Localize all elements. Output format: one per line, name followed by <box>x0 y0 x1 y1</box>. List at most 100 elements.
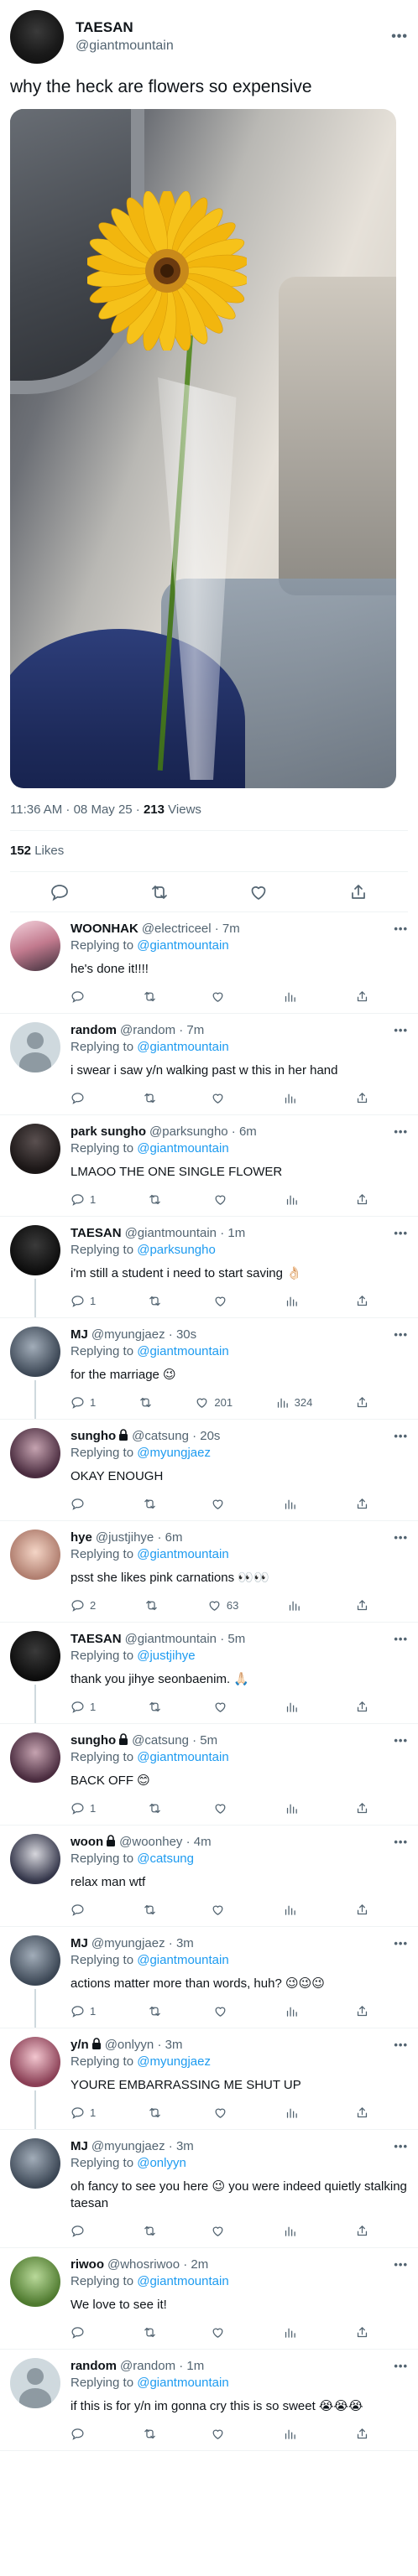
avatar[interactable] <box>10 1428 60 1478</box>
reply-author-name[interactable]: y/n <box>71 2037 89 2054</box>
retweet-action[interactable] <box>148 1294 162 1308</box>
reply-action[interactable] <box>71 2427 90 2441</box>
reply-author-name[interactable]: woon <box>71 1834 103 1851</box>
reply-author-handle[interactable]: @parksungho · 6m <box>149 1124 257 1140</box>
views-action[interactable] <box>283 1497 302 1511</box>
reply-author-name[interactable]: park sungho <box>71 1124 146 1140</box>
share-action[interactable] <box>355 1192 369 1207</box>
more-icon[interactable]: ••• <box>394 1428 408 1445</box>
reply-tweet[interactable]: sungho @catsung · 20s ••• Replying to @m… <box>0 1420 418 1521</box>
retweet-action[interactable] <box>143 989 157 1004</box>
mention-link[interactable]: @parksungho <box>137 1243 216 1257</box>
reply-author-handle[interactable]: @myungjaez · 3m <box>91 1935 194 1952</box>
reply-author-name[interactable]: random <box>71 1022 117 1039</box>
reply-action[interactable]: 1 <box>71 2004 96 2018</box>
reply-author-handle[interactable]: @onlyyn · 3m <box>105 2037 183 2054</box>
reply-tweet[interactable]: park sungho @parksungho · 6m ••• Replyin… <box>0 1115 418 1217</box>
views-action[interactable] <box>287 1598 306 1613</box>
reply-action[interactable] <box>71 1497 90 1511</box>
reply-action[interactable] <box>71 989 90 1004</box>
reply-author-handle[interactable]: @random · 7m <box>120 1022 204 1039</box>
retweet-action[interactable] <box>148 1700 162 1714</box>
avatar[interactable] <box>10 1530 60 1580</box>
retweet-action[interactable] <box>143 1903 157 1917</box>
views-action[interactable]: 324 <box>275 1395 312 1410</box>
share-action[interactable] <box>355 1903 369 1917</box>
avatar[interactable] <box>10 2138 60 2189</box>
avatar[interactable] <box>10 2037 60 2087</box>
like-action[interactable] <box>211 1497 230 1511</box>
more-icon[interactable]: ••• <box>394 921 408 937</box>
avatar[interactable] <box>10 1935 60 1986</box>
reply-author-name[interactable]: riwoo <box>71 2257 104 2273</box>
mention-link[interactable]: @myungjaez <box>137 2054 211 2069</box>
reply-tweet[interactable]: WOONHAK @electriceel · 7m ••• Replying t… <box>0 912 418 1014</box>
mention-link[interactable]: @giantmountain <box>137 1547 228 1561</box>
avatar[interactable] <box>10 1834 60 1884</box>
reply-author-name[interactable]: WOONHAK <box>71 921 138 937</box>
views-action[interactable] <box>285 1700 304 1714</box>
reply-author-name[interactable]: TAESAN <box>71 1225 122 1242</box>
more-icon[interactable]: ••• <box>394 1530 408 1546</box>
more-icon[interactable]: ••• <box>394 1631 408 1648</box>
like-action[interactable] <box>211 1903 230 1917</box>
avatar[interactable] <box>10 1124 60 1174</box>
more-icon[interactable]: ••• <box>394 2138 408 2155</box>
more-icon[interactable]: ••• <box>394 2037 408 2054</box>
retweet-action[interactable] <box>143 2224 157 2238</box>
mention-link[interactable]: @giantmountain <box>137 1040 228 1054</box>
share-action[interactable] <box>355 2325 369 2340</box>
reply-action[interactable]: 1 <box>71 1294 96 1308</box>
retweet-action[interactable] <box>148 2106 162 2120</box>
share-action[interactable] <box>355 2004 369 2018</box>
like-action[interactable]: 201 <box>195 1395 233 1410</box>
reply-author-name[interactable]: TAESAN <box>71 1631 122 1648</box>
avatar[interactable] <box>10 2358 60 2408</box>
reply-tweet[interactable]: y/n @onlyyn · 3m ••• Replying to @myungj… <box>0 2028 418 2130</box>
avatar[interactable] <box>10 1225 60 1275</box>
reply-author-name[interactable]: MJ <box>71 1935 88 1952</box>
reply-action[interactable]: 1 <box>71 1192 96 1207</box>
retweet-action[interactable] <box>143 1091 157 1105</box>
author-name[interactable]: TAESAN <box>76 18 391 37</box>
reply-author-name[interactable]: sungho <box>71 1732 116 1749</box>
more-icon[interactable]: ••• <box>394 1935 408 1952</box>
share-action[interactable] <box>355 2106 369 2120</box>
tweet-photo[interactable] <box>10 109 396 788</box>
like-action[interactable]: 63 <box>207 1598 238 1613</box>
mention-link[interactable]: @giantmountain <box>137 2376 228 2390</box>
reply-action[interactable]: 2 <box>71 1598 96 1613</box>
more-icon[interactable]: ••• <box>394 2358 408 2375</box>
reply-tweet[interactable]: MJ @myungjaez · 3m ••• Replying to @gian… <box>0 1927 418 2028</box>
share-action[interactable] <box>355 1395 369 1410</box>
share-action[interactable] <box>355 1801 369 1815</box>
mention-link[interactable]: @giantmountain <box>137 1953 228 1967</box>
views-action[interactable] <box>285 1192 304 1207</box>
reply-author-handle[interactable]: @giantmountain · 5m <box>125 1631 246 1648</box>
avatar[interactable] <box>10 1327 60 1377</box>
share-action[interactable] <box>355 2427 369 2441</box>
avatar[interactable] <box>10 2257 60 2307</box>
mention-link[interactable]: @giantmountain <box>137 1141 228 1156</box>
reply-author-handle[interactable]: @myungjaez · 3m <box>91 2138 194 2155</box>
reply-author-handle[interactable]: @justjihye · 6m <box>96 1530 183 1546</box>
reply-author-name[interactable]: hye <box>71 1530 92 1546</box>
share-action[interactable] <box>355 1700 369 1714</box>
reply-author-handle[interactable]: @random · 1m <box>120 2358 204 2375</box>
retweet-icon[interactable] <box>149 882 170 902</box>
like-action[interactable] <box>211 2427 230 2441</box>
author-handle[interactable]: @giantmountain <box>76 37 391 55</box>
like-action[interactable] <box>213 1294 233 1308</box>
views-action[interactable] <box>285 1294 304 1308</box>
reply-tweet[interactable]: MJ @myungjaez · 30s ••• Replying to @gia… <box>0 1318 418 1420</box>
tweet-timestamp[interactable]: 11:36 AM · 08 May 25 · <box>10 802 144 817</box>
avatar[interactable] <box>10 1631 60 1681</box>
more-icon[interactable]: ••• <box>391 29 408 44</box>
reply-tweet[interactable]: woon @woonhey · 4m ••• Replying to @cats… <box>0 1826 418 1927</box>
views-action[interactable] <box>283 989 302 1004</box>
share-action[interactable] <box>355 1091 369 1105</box>
mention-link[interactable]: @myungjaez <box>137 1446 211 1460</box>
reply-tweet[interactable]: MJ @myungjaez · 3m ••• Replying to @only… <box>0 2130 418 2248</box>
reply-author-handle[interactable]: @electriceel · 7m <box>142 921 240 937</box>
mention-link[interactable]: @giantmountain <box>137 1344 228 1358</box>
